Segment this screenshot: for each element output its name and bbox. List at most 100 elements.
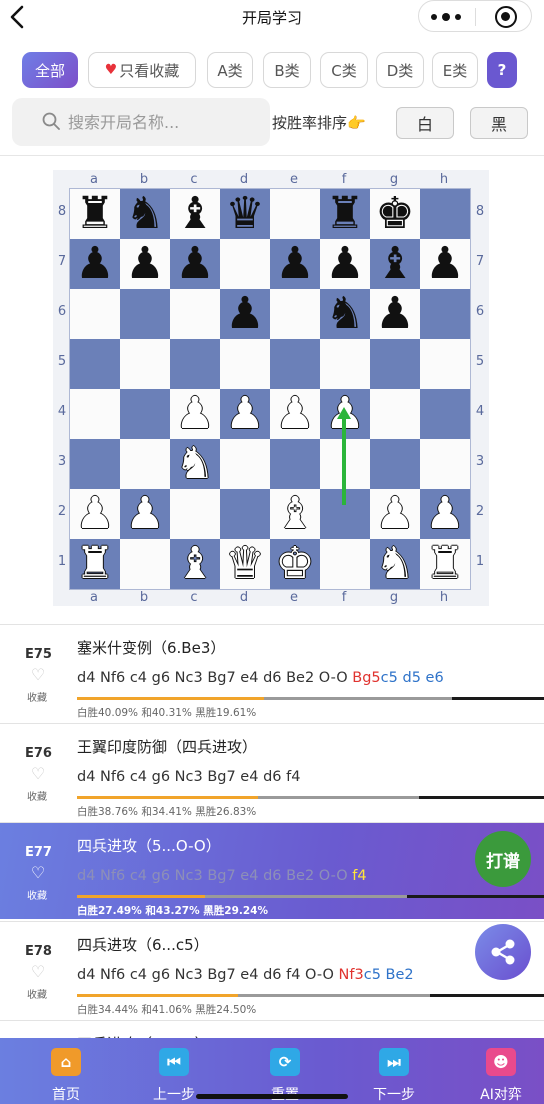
opening-row[interactable]: 四兵进攻（7...e6） xyxy=(0,1020,544,1038)
board-square-a4[interactable] xyxy=(70,389,120,439)
opening-row[interactable]: 塞米什变例（6.Be3） E75 ♡ 收藏 d4 Nf6 c4 g6 Nc3 Bg7 e… xyxy=(0,624,544,721)
white-pawn-icon[interactable]: ♟ xyxy=(70,489,120,539)
white-bishop-icon[interactable]: ♝ xyxy=(170,539,220,589)
chip-e[interactable]: E类 xyxy=(432,52,478,88)
board-square-a3[interactable] xyxy=(70,439,120,489)
board-square-d2[interactable] xyxy=(220,489,270,539)
board-square-b1[interactable] xyxy=(120,539,170,589)
black-side-button[interactable]: 黑 xyxy=(470,107,528,139)
board-square-b4[interactable] xyxy=(120,389,170,439)
board-square-e6[interactable] xyxy=(270,289,320,339)
white-rook-icon[interactable]: ♜ xyxy=(70,539,120,589)
help-button[interactable]: ? xyxy=(487,52,517,88)
chip-b[interactable]: B类 xyxy=(263,52,311,88)
black-bishop-icon[interactable]: ♝ xyxy=(170,189,220,239)
black-pawn-icon[interactable]: ♟ xyxy=(120,239,170,289)
opening-row[interactable]: 四兵进攻（6...c5） E78 ♡ 收藏 d4 Nf6 c4 g6 Nc3 Bg7 e… xyxy=(0,921,544,1018)
board-square-f2[interactable] xyxy=(320,489,370,539)
black-rook-icon[interactable]: ♜ xyxy=(70,189,120,239)
nav-item-0[interactable]: ⌂ 首页 xyxy=(26,1046,106,1104)
white-pawn-icon[interactable]: ♟ xyxy=(220,389,270,439)
chip-favorites[interactable]: ♥ 只看收藏 xyxy=(88,52,196,88)
board-square-a5[interactable] xyxy=(70,339,120,389)
board-square-d7[interactable] xyxy=(220,239,270,289)
white-pawn-icon[interactable]: ♟ xyxy=(420,489,470,539)
black-bishop-icon[interactable]: ♝ xyxy=(370,239,420,289)
board-square-a6[interactable] xyxy=(70,289,120,339)
favorite-heart-icon[interactable]: ♡ xyxy=(29,964,47,980)
search-input[interactable] xyxy=(68,110,258,134)
board-square-c6[interactable] xyxy=(170,289,220,339)
white-bishop-icon[interactable]: ♝ xyxy=(270,489,320,539)
record-game-button[interactable]: 打谱 xyxy=(475,831,531,887)
board-square-e5[interactable] xyxy=(270,339,320,389)
white-knight-icon[interactable]: ♞ xyxy=(170,439,220,489)
chip-all[interactable]: 全部 xyxy=(22,52,78,88)
black-rook-icon[interactable]: ♜ xyxy=(320,189,370,239)
favorite-heart-icon[interactable]: ♡ xyxy=(29,667,47,683)
white-queen-icon[interactable]: ♛ xyxy=(220,539,270,589)
black-queen-icon[interactable]: ♛ xyxy=(220,189,270,239)
black-win-segment xyxy=(429,994,544,997)
white-pawn-icon[interactable]: ♟ xyxy=(370,489,420,539)
white-pawn-icon[interactable]: ♟ xyxy=(170,389,220,439)
black-pawn-icon[interactable]: ♟ xyxy=(220,289,270,339)
board-square-h4[interactable] xyxy=(420,389,470,439)
white-pawn-icon[interactable]: ♟ xyxy=(120,489,170,539)
white-pawn-icon[interactable]: ♟ xyxy=(270,389,320,439)
board-square-h3[interactable] xyxy=(420,439,470,489)
board-square-d5[interactable] xyxy=(220,339,270,389)
black-knight-icon[interactable]: ♞ xyxy=(120,189,170,239)
board-square-c2[interactable] xyxy=(170,489,220,539)
opening-row[interactable]: 王翼印度防御（四兵进攻） E76 ♡ 收藏 d4 Nf6 c4 g6 Nc3 Bg7 e… xyxy=(0,723,544,820)
board-square-c5[interactable] xyxy=(170,339,220,389)
close-miniprogram-icon[interactable] xyxy=(495,6,517,28)
board-square-h6[interactable] xyxy=(420,289,470,339)
board-square-e3[interactable] xyxy=(270,439,320,489)
board-square-b5[interactable] xyxy=(120,339,170,389)
favorite-heart-icon[interactable]: ♡ xyxy=(29,865,47,881)
white-king-icon[interactable]: ♚ xyxy=(270,539,320,589)
white-pawn-icon[interactable]: ♟ xyxy=(320,389,370,439)
white-side-button[interactable]: 白 xyxy=(396,107,454,139)
board-square-f3[interactable] xyxy=(320,439,370,489)
rank-label: 2 xyxy=(475,504,485,519)
favorite-heart-icon[interactable]: ♡ xyxy=(29,766,47,782)
pointing-hand-icon: 👉 xyxy=(347,114,366,132)
opening-row[interactable]: 四兵进攻（5...O-O） E77 ♡ 收藏 d4 Nf6 c4 g6 Nc3 Bg7 … xyxy=(0,822,544,919)
board-square-g5[interactable] xyxy=(370,339,420,389)
favorite-label: 收藏 xyxy=(27,693,47,704)
share-button[interactable] xyxy=(475,924,531,980)
board-square-g4[interactable] xyxy=(370,389,420,439)
board-square-b6[interactable] xyxy=(120,289,170,339)
white-rook-icon[interactable]: ♜ xyxy=(420,539,470,589)
sort-by-winrate-button[interactable]: 按胜率排序👉 xyxy=(272,112,366,133)
board-square-f5[interactable] xyxy=(320,339,370,389)
chip-a[interactable]: A类 xyxy=(207,52,253,88)
board-square-f1[interactable] xyxy=(320,539,370,589)
black-pawn-icon[interactable]: ♟ xyxy=(70,239,120,289)
black-pawn-icon[interactable]: ♟ xyxy=(270,239,320,289)
board-square-h5[interactable] xyxy=(420,339,470,389)
nav-item-4[interactable]: ☻ AI对弈 xyxy=(461,1046,541,1104)
more-icon[interactable] xyxy=(431,13,463,21)
nav-item-3[interactable]: ⏭ 下一步 xyxy=(354,1046,434,1104)
board-square-e8[interactable] xyxy=(270,189,320,239)
chip-d[interactable]: D类 xyxy=(376,52,424,88)
black-pawn-icon[interactable]: ♟ xyxy=(320,239,370,289)
black-knight-icon[interactable]: ♞ xyxy=(320,289,370,339)
chess-board[interactable]: ♜ ♞ ♝ ♛ ♜ ♚ ♟ ♟ ♟ ♟ ♟ ♝ ♟ ♟ ♞ ♟ ♟ ♟ ♟ ♟ ♞ ♟ ♟ ♝ ♟ ♟ ♜ ♝ ♛ ♚ ♞ ♜ xyxy=(69,188,471,590)
black-pawn-icon[interactable]: ♟ xyxy=(420,239,470,289)
white-knight-icon[interactable]: ♞ xyxy=(370,539,420,589)
board-square-h8[interactable] xyxy=(420,189,470,239)
board-square-b3[interactable] xyxy=(120,439,170,489)
black-pawn-icon[interactable]: ♟ xyxy=(370,289,420,339)
chip-c[interactable]: C类 xyxy=(320,52,368,88)
move-token: Bg5 xyxy=(352,670,381,686)
file-label: g xyxy=(389,172,399,187)
board-square-g3[interactable] xyxy=(370,439,420,489)
black-pawn-icon[interactable]: ♟ xyxy=(170,239,220,289)
rank-label: 5 xyxy=(475,354,485,369)
black-king-icon[interactable]: ♚ xyxy=(370,189,420,239)
board-square-d3[interactable] xyxy=(220,439,270,489)
